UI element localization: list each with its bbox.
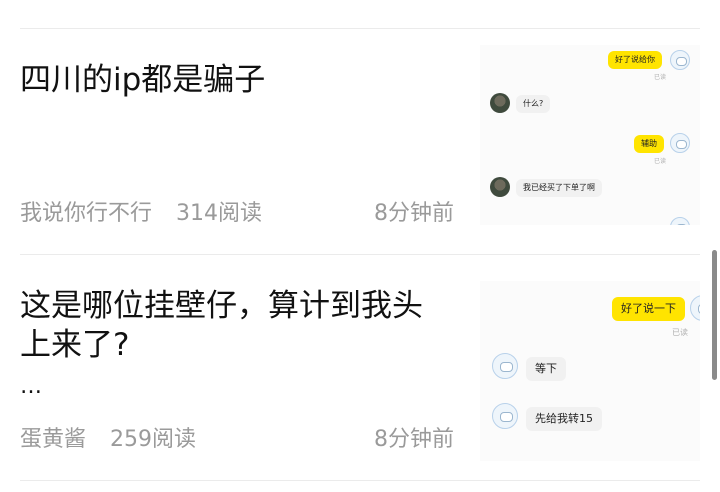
read-status: 已读 bbox=[672, 328, 688, 337]
chat-bubble-received: 什么? bbox=[516, 95, 551, 113]
post-author[interactable]: 蛋黄酱 bbox=[20, 421, 86, 453]
post-time: 8分钟前 bbox=[374, 427, 454, 452]
chat-bubble-sent: 好了说一下 bbox=[612, 297, 685, 321]
bot-avatar bbox=[670, 217, 690, 225]
chat-bubble-received: 先给我转15 bbox=[526, 407, 602, 431]
chat-bubble-sent: 好了说给你 bbox=[608, 51, 662, 69]
bot-avatar bbox=[690, 295, 700, 321]
post-title[interactable]: 四川的ip都是骗子 bbox=[20, 61, 450, 100]
post-time: 8分钟前 bbox=[374, 201, 454, 226]
post-thumbnail[interactable]: 好了说给你 已读 什么? 辅助 已读 我已经买了下单了啊 bbox=[480, 45, 700, 225]
bot-avatar bbox=[670, 133, 690, 153]
post-divider bbox=[20, 480, 700, 481]
chat-bubble-received: 我已经买了下单了啊 bbox=[516, 179, 602, 197]
bot-avatar bbox=[492, 353, 518, 379]
post-title[interactable]: 这是哪位挂壁仔，算计到我头上来了? bbox=[20, 287, 450, 365]
user-avatar bbox=[490, 93, 510, 113]
chat-bubble-received: 等下 bbox=[526, 357, 566, 381]
post-reads: 314阅读 bbox=[176, 201, 263, 226]
bot-avatar bbox=[670, 50, 690, 70]
user-avatar bbox=[490, 177, 510, 197]
post-excerpt-ellipsis: … bbox=[20, 374, 42, 399]
post-thumbnail[interactable]: 好了说一下 已读 等下 先给我转15 bbox=[480, 281, 700, 461]
read-status: 已读 bbox=[654, 158, 667, 165]
post-card-2[interactable]: 这是哪位挂壁仔，算计到我头上来了? … 蛋黄酱 259阅读 8分钟前 好了说一下… bbox=[0, 255, 720, 480]
post-reads: 259阅读 bbox=[110, 427, 197, 452]
post-meta: 我说你行不行 314阅读 bbox=[20, 195, 262, 227]
bot-avatar bbox=[492, 403, 518, 429]
post-author[interactable]: 我说你行不行 bbox=[20, 195, 152, 227]
read-status: 已读 bbox=[654, 74, 667, 81]
chat-bubble-sent: 辅助 bbox=[634, 135, 664, 153]
post-card-1[interactable]: 四川的ip都是骗子 我说你行不行 314阅读 8分钟前 好了说给你 已读 什么?… bbox=[0, 29, 720, 254]
scrollbar-thumb[interactable] bbox=[712, 250, 717, 380]
post-meta: 蛋黄酱 259阅读 bbox=[20, 421, 196, 453]
